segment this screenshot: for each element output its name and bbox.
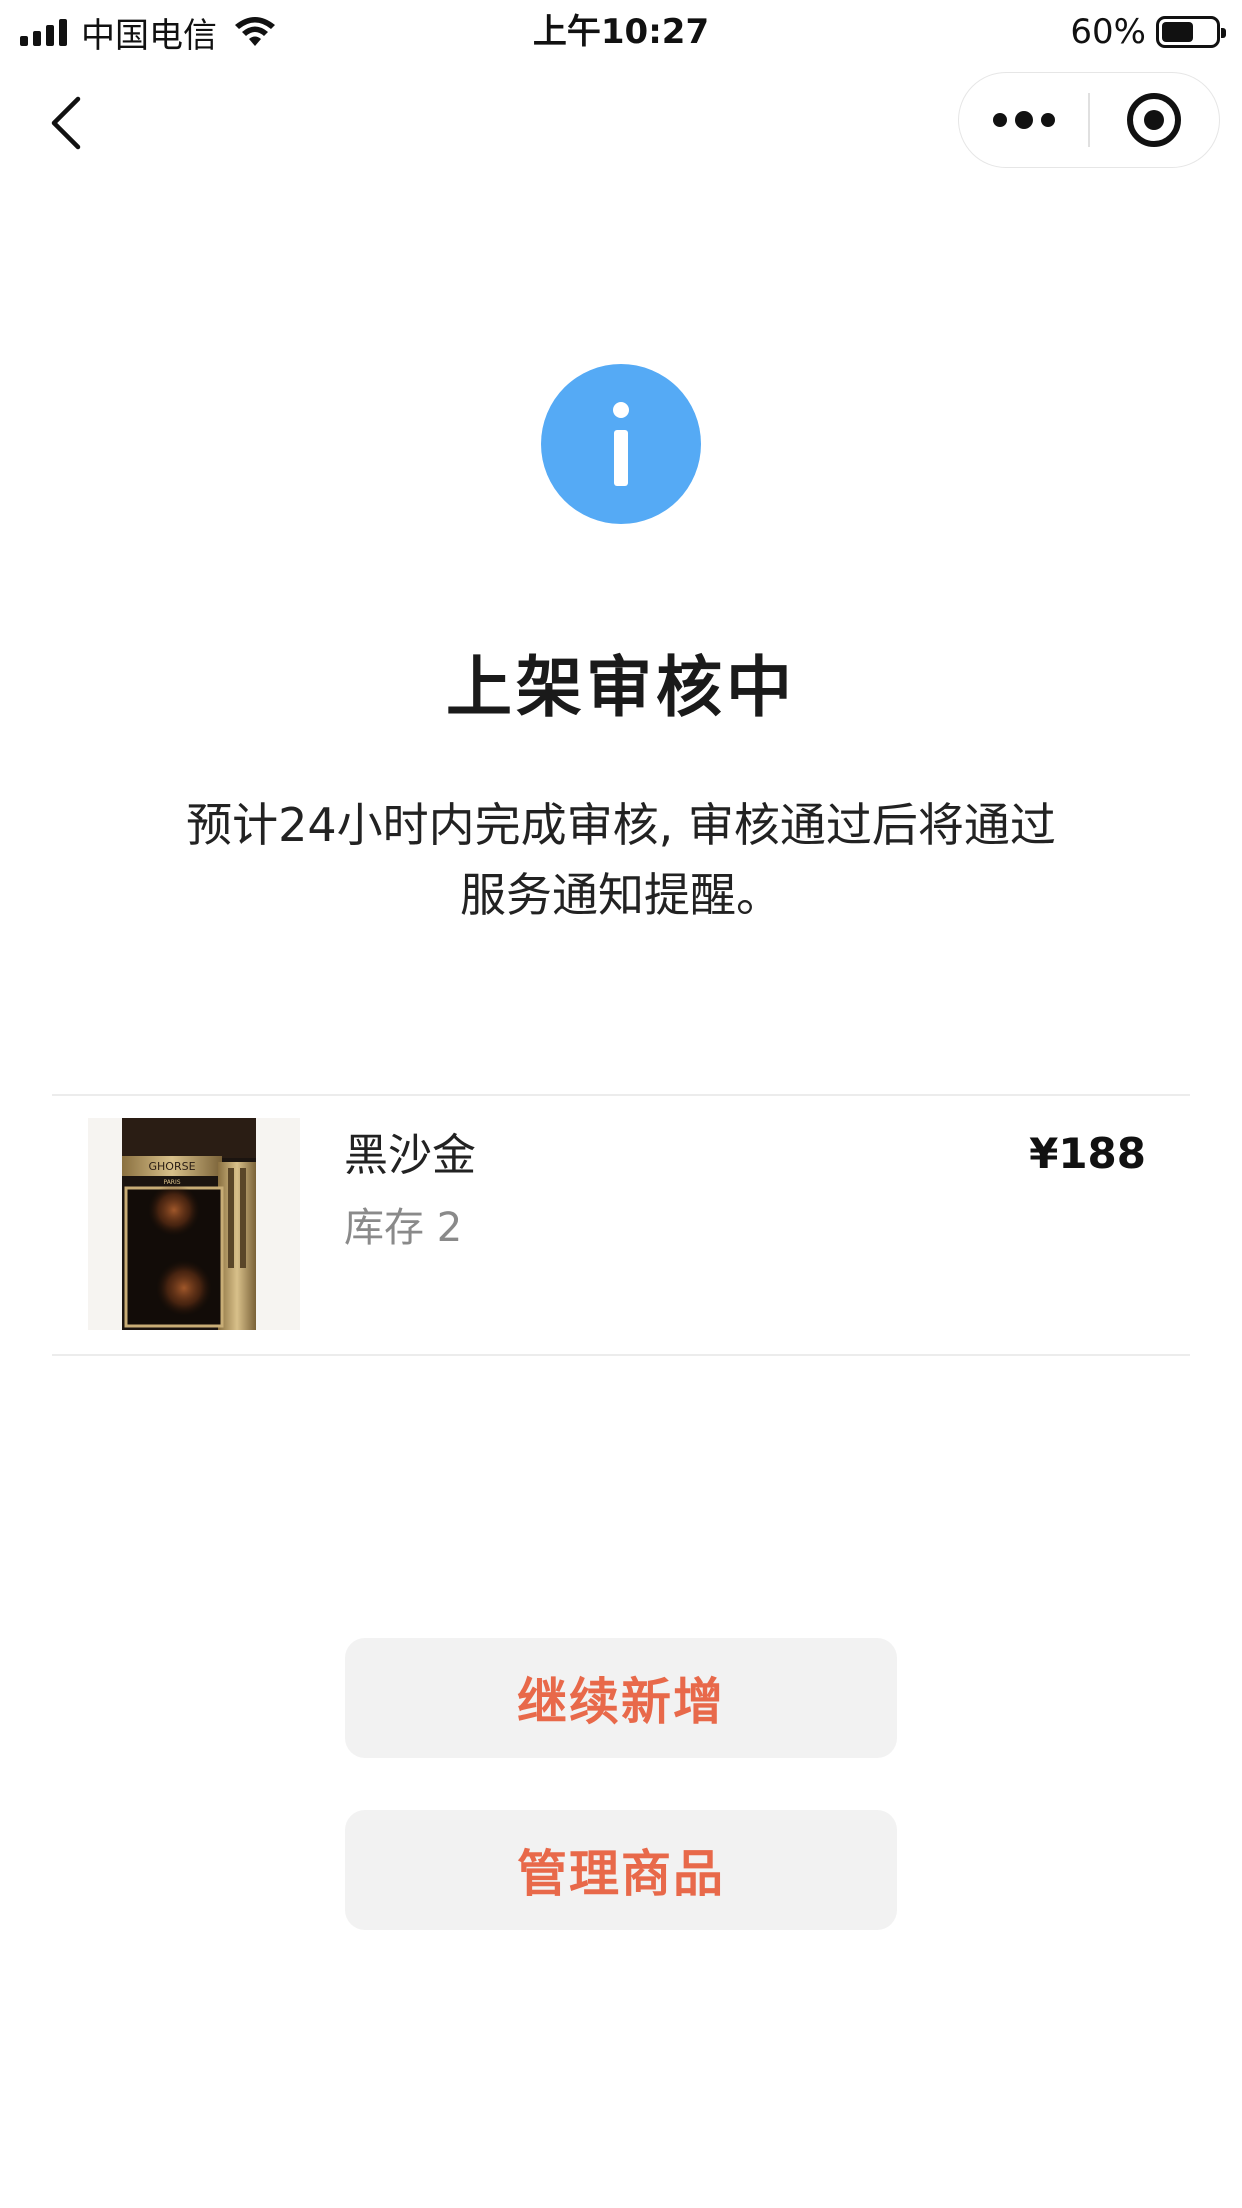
more-button[interactable] xyxy=(959,72,1088,168)
stock-value: 2 xyxy=(436,1205,463,1251)
status-right: 60% xyxy=(1070,10,1226,54)
battery-fill xyxy=(1162,22,1193,42)
mini-program-capsule xyxy=(958,72,1220,168)
product-image: GHORSE PARIS xyxy=(88,1118,300,1330)
back-button[interactable] xyxy=(36,88,96,158)
description-line-1: 预计24小时内完成审核, 审核通过后将通过 xyxy=(186,798,1056,852)
stock-label: 库存 xyxy=(344,1205,424,1251)
product-price: ¥188 xyxy=(1029,1129,1146,1178)
nav-bar xyxy=(0,62,1242,180)
page-title: 上架审核中 xyxy=(446,649,796,726)
close-mini-program-button[interactable] xyxy=(1090,72,1219,168)
target-icon xyxy=(1127,93,1182,147)
battery-percent: 60% xyxy=(1070,12,1146,52)
battery-icon xyxy=(1156,16,1226,48)
info-icon xyxy=(541,364,701,524)
more-dots-icon xyxy=(992,111,1055,129)
status-time: 上午10:27 xyxy=(532,12,710,52)
description-line-2: 服务通知提醒。 xyxy=(460,868,782,922)
review-description: 预计24小时内完成审核, 审核通过后将通过 服务通知提醒。 xyxy=(100,790,1142,930)
lighter-image: GHORSE PARIS xyxy=(122,1118,256,1330)
battery-cap xyxy=(1221,28,1226,38)
manage-products-button[interactable]: 管理商品 xyxy=(345,1810,897,1930)
divider-bottom xyxy=(52,1354,1190,1356)
product-name: 黑沙金 xyxy=(344,1130,476,1181)
page: 中国电信 上午10:27 60% 上架审核中 预计24小时内完成审核, 审核通过… xyxy=(0,0,1242,2208)
status-bar: 中国电信 上午10:27 60% xyxy=(0,0,1242,62)
product-item[interactable]: GHORSE PARIS 黑沙金 库存 2 ¥188 xyxy=(52,1096,1190,1356)
product-stock: 库存 2 xyxy=(344,1198,462,1258)
continue-add-button[interactable]: 继续新增 xyxy=(345,1638,897,1758)
chevron-left-icon xyxy=(51,96,81,150)
lighter-brand-text: GHORSE xyxy=(148,1160,195,1173)
